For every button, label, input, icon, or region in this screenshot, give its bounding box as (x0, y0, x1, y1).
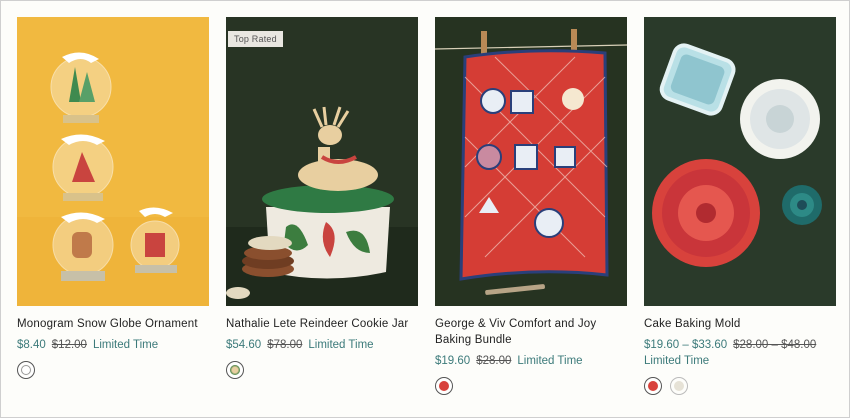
product-image[interactable] (435, 17, 627, 306)
sale-price: $19.60 (435, 355, 471, 367)
sale-price: $19.60 – $33.60 (644, 339, 728, 351)
product-price: $19.60 $28.00 Limited Time (435, 353, 627, 369)
limited-time-label: Limited Time (517, 355, 583, 367)
original-price: $28.00 – $48.00 (733, 339, 817, 351)
limited-time-label: Limited Time (92, 339, 159, 351)
product-grid-frame: Monogram Snow Globe Ornament $8.40 $12.00… (0, 0, 850, 418)
product-card[interactable]: George & Viv Comfort and Joy Baking Bund… (435, 17, 627, 395)
product-card[interactable]: Top Rated Nathalie Lete Reindeer Cookie … (226, 17, 418, 395)
sale-price: $54.60 (226, 339, 262, 351)
product-name[interactable]: Nathalie Lete Reindeer Cookie Jar (226, 316, 418, 332)
original-price: $78.00 (267, 339, 303, 351)
product-image[interactable] (17, 17, 209, 306)
product-price: $54.60 $78.00 Limited Time (226, 337, 418, 353)
limited-time-label: Limited Time (308, 339, 374, 351)
red-swatch[interactable] (435, 377, 453, 395)
top-rated-badge: Top Rated (228, 31, 283, 47)
original-price: $28.00 (476, 355, 512, 367)
product-card[interactable]: Monogram Snow Globe Ornament $8.40 $12.00… (17, 17, 209, 395)
sale-price: $8.40 (17, 339, 46, 351)
cream-swatch[interactable] (670, 377, 688, 395)
product-name[interactable]: Monogram Snow Globe Ornament (17, 316, 209, 332)
product-price: $19.60 – $33.60 $28.00 – $48.00 Limited Ti… (644, 337, 836, 369)
color-swatches (226, 361, 418, 379)
product-price: $8.40 $12.00 Limited Time (17, 337, 209, 353)
reindeer-swatch[interactable] (226, 361, 244, 379)
product-image[interactable]: Top Rated (226, 17, 418, 306)
product-image[interactable] (644, 17, 836, 306)
original-price: $12.00 (51, 339, 87, 351)
product-name[interactable]: George & Viv Comfort and Joy Baking Bund… (435, 316, 627, 348)
white-swatch[interactable] (17, 361, 35, 379)
product-name[interactable]: Cake Baking Mold (644, 316, 836, 332)
product-grid: Monogram Snow Globe Ornament $8.40 $12.00… (17, 17, 836, 395)
color-swatches (435, 377, 627, 395)
product-card[interactable]: Cake Baking Mold $19.60 – $33.60 $28.00 –… (644, 17, 836, 395)
limited-time-label: Limited Time (644, 355, 710, 367)
color-swatches (17, 361, 209, 379)
color-swatches (644, 377, 836, 395)
red-swatch[interactable] (644, 377, 662, 395)
